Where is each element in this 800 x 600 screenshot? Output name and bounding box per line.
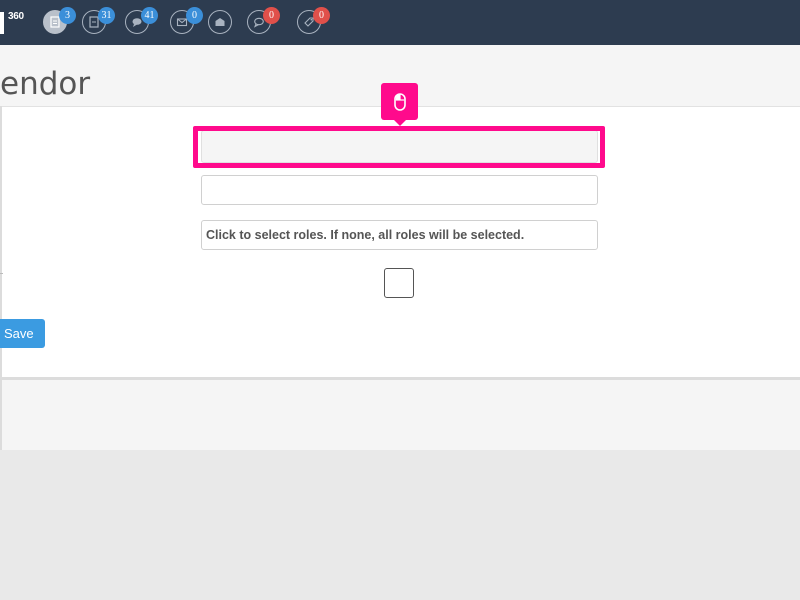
nav-mail-button[interactable]: 0	[170, 7, 203, 34]
nav-documents-button[interactable]: 3	[43, 7, 76, 34]
footer-area	[2, 380, 800, 450]
click-indicator	[381, 83, 418, 126]
nav-report-button[interactable]: 31	[82, 7, 115, 34]
nav-comment-button[interactable]: 0	[247, 7, 280, 34]
roles-placeholder: Click to select roles. If none, all role…	[206, 228, 525, 242]
nav-badge-comment: 0	[263, 7, 280, 24]
nav-chat-button[interactable]: 41	[125, 7, 158, 34]
roles-select[interactable]: Click to select roles. If none, all role…	[201, 220, 598, 250]
nav-tag-button[interactable]: 0	[297, 7, 330, 34]
app-logo[interactable]: 360	[0, 9, 24, 34]
nav-badge-documents: 3	[59, 7, 76, 24]
logo-mark	[0, 12, 4, 34]
open-mail-icon	[215, 18, 225, 26]
nav-badge-report: 31	[98, 7, 115, 24]
nav-badge-mail: 0	[186, 7, 203, 24]
mouse-icon	[393, 92, 406, 111]
nav-badge-tag: 0	[313, 7, 330, 24]
row-tick	[0, 273, 3, 274]
save-button[interactable]: Save	[0, 319, 45, 348]
nav-badge-chat: 41	[141, 7, 158, 24]
click-target-highlight	[193, 126, 605, 168]
option-checkbox[interactable]	[384, 268, 414, 298]
page-title: endor	[0, 66, 91, 102]
logo-text: 360	[8, 11, 24, 22]
second-text-field[interactable]	[201, 175, 598, 205]
top-navbar: 360 3 31 41 0 0 0	[0, 0, 800, 45]
nav-open-mail-button[interactable]	[208, 10, 232, 34]
